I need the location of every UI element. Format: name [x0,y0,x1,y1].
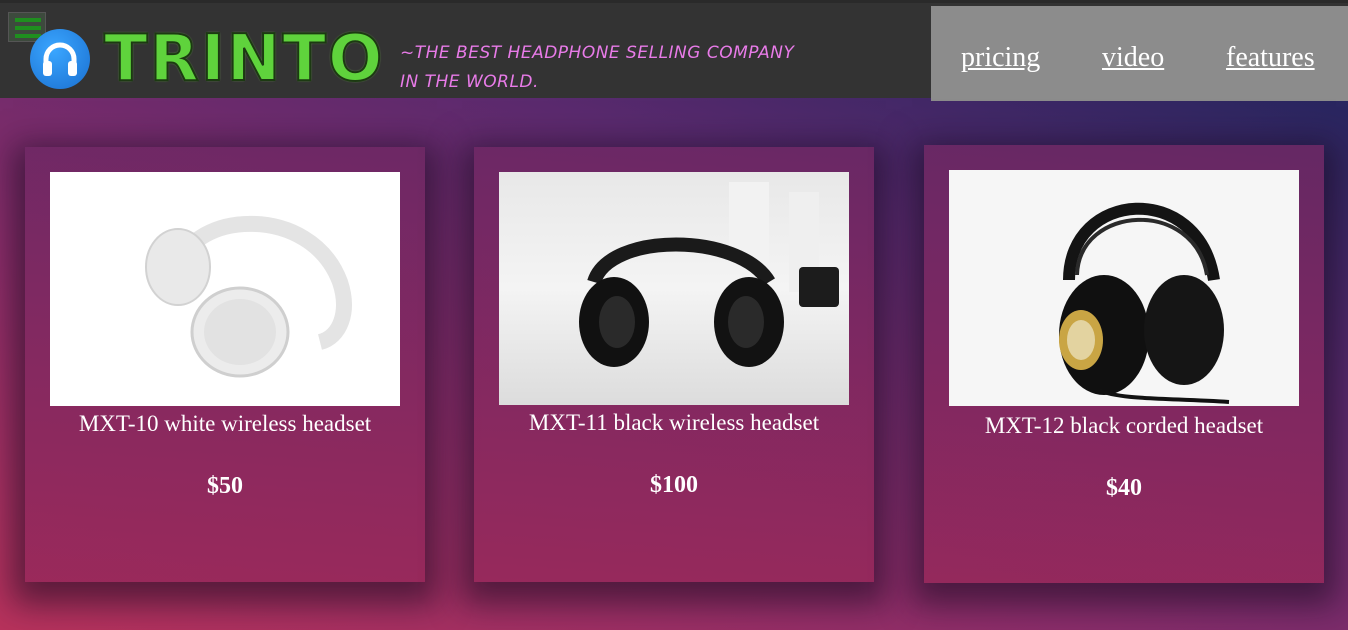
brand-logo[interactable]: TRINTO [103,26,383,92]
menu-bar [15,18,41,22]
product-name: MXT-11 black wireless headset [528,410,820,435]
product-card[interactable]: MXT-10 white wireless headset $50 [25,147,425,582]
product-price: $100 [650,472,698,498]
product-price: $40 [1106,475,1142,501]
headphones-logo-icon [30,29,90,89]
product-card[interactable]: MXT-11 black wireless headset $100 [474,147,874,582]
tagline: ~THE BEST HEADPHONE SELLING COMPANY IN T… [400,39,860,97]
product-image-black-corded-headphones [949,170,1299,406]
nav-link-pricing[interactable]: pricing [961,42,1040,74]
nav-bar: pricing video features [931,6,1348,101]
tagline-line-1: ~THE BEST HEADPHONE SELLING COMPANY [400,43,795,63]
product-image-black-wireless-headphones [499,172,849,405]
product-name: MXT-10 white wireless headset [78,411,372,436]
product-name: MXT-12 black corded headset [984,413,1264,438]
tagline-line-2: IN THE WORLD. [400,72,539,92]
nav-link-video[interactable]: video [1102,42,1164,74]
nav-link-features[interactable]: features [1226,42,1315,74]
site-header: TRINTO ~THE BEST HEADPHONE SELLING COMPA… [0,0,1348,101]
product-card[interactable]: MXT-12 black corded headset $40 [924,145,1324,583]
product-image-white-headphones [50,172,400,406]
product-price: $50 [207,473,243,499]
